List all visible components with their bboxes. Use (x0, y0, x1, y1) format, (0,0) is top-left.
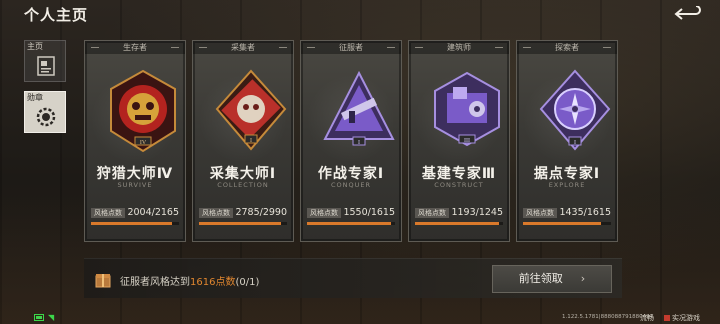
points-value: 2004/2165 (127, 207, 179, 218)
points-label: 风格点数 (199, 208, 233, 218)
task-description: 征服者风格达到1616点数(0/1) (120, 273, 259, 288)
construct-machine-emblem-icon: III (434, 71, 500, 147)
points-row: 风格点数 1435/1615 (523, 207, 611, 219)
tab-medals[interactable]: 勋章 (24, 91, 66, 133)
points-label: 风格点数 (415, 208, 449, 218)
profile-card-icon (37, 56, 55, 76)
emblem-area: III (415, 63, 503, 175)
card-subtitle: EXPLORE (548, 181, 586, 189)
points-row: 风格点数 2004/2165 (91, 207, 179, 219)
progress-bar (91, 222, 179, 225)
conquer-gun-emblem-icon: I (323, 70, 395, 146)
card-category: 建筑师 (409, 41, 509, 54)
task-text-highlight: 1616点数 (190, 277, 236, 288)
reward-box-icon (95, 274, 111, 288)
realname-badge: 实况游戏 (664, 313, 700, 323)
emblem-area: IV (91, 63, 179, 175)
progress-fill (307, 222, 392, 225)
progress-fill (91, 222, 173, 225)
progress-bar (523, 222, 611, 225)
medal-card[interactable]: 采集者 I 采集大师Ⅰ COLLECTION 风格点数 2785/2990 (192, 40, 294, 242)
task-bar: 征服者风格达到1616点数(0/1) 前往领取 › (84, 258, 622, 298)
points-row: 风格点数 2785/2990 (199, 207, 287, 219)
card-title: 作战专家Ⅰ (317, 166, 385, 182)
task-text-prefix: 征服者风格达到 (120, 277, 190, 288)
points-label: 风格点数 (307, 208, 341, 218)
card-subtitle: COLLECTION (217, 181, 269, 189)
card-title: 狩猎大师Ⅳ (96, 166, 174, 182)
tab-medals-label: 勋章 (27, 93, 43, 102)
points-label: 风格点数 (91, 208, 125, 218)
svg-text:I: I (358, 140, 360, 146)
emblem-area: I (307, 63, 395, 175)
progress-fill (415, 222, 500, 225)
progress-bar (415, 222, 503, 225)
collector-mask-emblem-icon: I (215, 69, 287, 151)
svg-text:I: I (574, 140, 576, 146)
svg-text:IV: IV (140, 140, 147, 146)
progress-fill (199, 222, 281, 225)
svg-text:I: I (250, 138, 252, 144)
medal-card[interactable]: 征服者 I 作战专家Ⅰ CONQUER 风格点数 1550/1615 (300, 40, 402, 242)
points-row: 风格点数 1550/1615 (307, 207, 395, 219)
emblem-area: I (199, 63, 287, 175)
card-title: 据点专家Ⅰ (533, 166, 601, 182)
card-title: 基建专家Ⅲ (421, 166, 497, 182)
points-value: 2785/2990 (235, 207, 287, 218)
claim-button-label: 前往领取 (518, 272, 563, 285)
battery-icon (34, 314, 44, 321)
card-subtitle: SURVIVE (117, 181, 153, 189)
card-subtitle: CONSTRUCT (434, 181, 484, 189)
wifi-icon: ◥ (48, 313, 55, 322)
medal-card[interactable]: 探索者 I 据点专家Ⅰ EXPLORE 风格点数 1435/1615 (516, 40, 618, 242)
claim-button[interactable]: 前往领取 › (492, 265, 612, 293)
tab-home-label: 主页 (27, 42, 43, 51)
back-icon[interactable] (674, 6, 702, 22)
points-value: 1435/1615 (559, 207, 611, 218)
card-title: 采集大师Ⅰ (209, 166, 277, 182)
progress-fill (523, 222, 602, 225)
status-bar: ◥ 1.122.5.1781|888088791880494 流畅 实况游戏 (0, 312, 720, 324)
page-title: 个人主页 (24, 6, 89, 24)
card-category: 生存者 (85, 41, 185, 54)
emblem-area: I (523, 63, 611, 175)
points-label: 风格点数 (523, 208, 557, 218)
task-text-suffix: (0/1) (235, 277, 260, 288)
svg-text:III: III (464, 138, 470, 144)
tab-home[interactable]: 主页 (24, 40, 66, 82)
progress-bar (307, 222, 395, 225)
network-status: 流畅 (640, 314, 654, 322)
points-value: 1550/1615 (343, 207, 395, 218)
card-category: 采集者 (193, 41, 293, 54)
medal-gear-icon (36, 107, 56, 127)
medal-card[interactable]: 生存者 IV 狩猎大师Ⅳ SURVIVE 风格点数 2004/2165 (84, 40, 186, 242)
hunter-skull-emblem-icon: IV (110, 69, 176, 153)
points-row: 风格点数 1193/1245 (415, 207, 503, 219)
progress-bar (199, 222, 287, 225)
card-category: 探索者 (517, 41, 617, 54)
explore-compass-emblem-icon: I (539, 69, 611, 151)
medal-card[interactable]: 建筑师 III 基建专家Ⅲ CONSTRUCT 风格点数 1193/1245 (408, 40, 510, 242)
chevron-right-icon: › (580, 272, 586, 285)
card-subtitle: CONQUER (330, 181, 371, 189)
points-value: 1193/1245 (451, 207, 503, 218)
card-category: 征服者 (301, 41, 401, 54)
